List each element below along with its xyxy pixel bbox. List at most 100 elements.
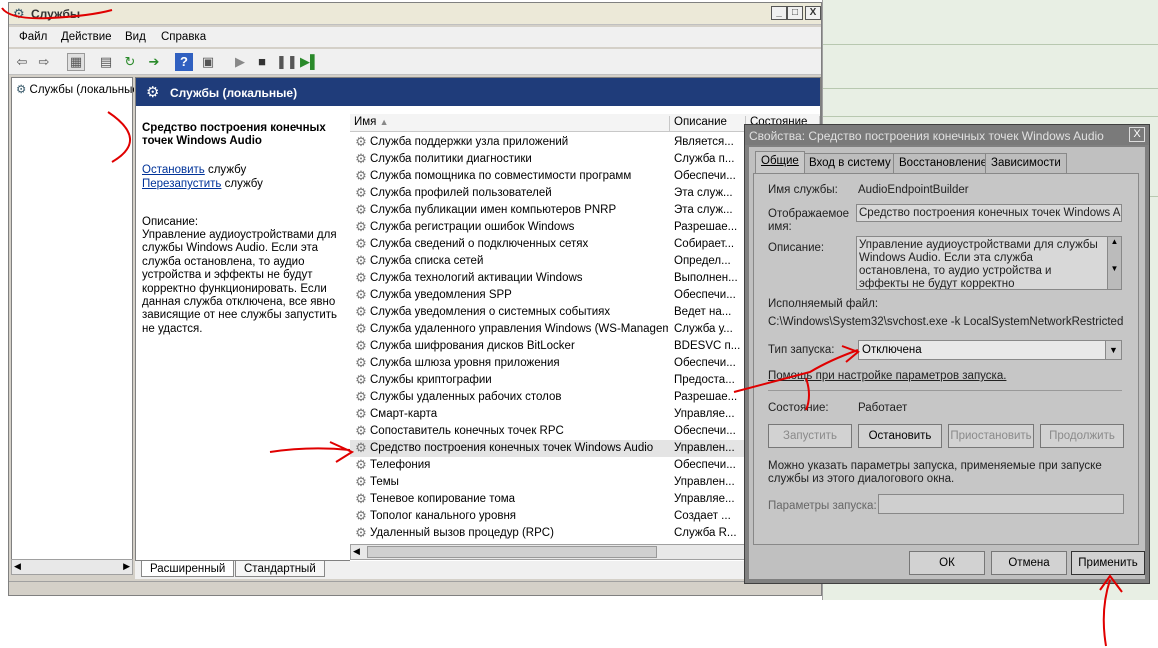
cancel-button[interactable]: Отмена xyxy=(991,551,1067,575)
content-pane: ⚙ Службы (локальные) Средство построения… xyxy=(135,77,821,564)
service-description: Служба п... xyxy=(674,153,735,165)
gear-icon: ⚙ xyxy=(355,372,367,387)
tab-general[interactable]: Общие xyxy=(755,151,805,173)
service-description: Ведет на... xyxy=(674,306,732,318)
chevron-down-icon[interactable]: ▼ xyxy=(1105,341,1121,359)
gear-icon: ⚙ xyxy=(355,168,367,183)
service-description: Управлен... xyxy=(674,442,735,454)
menu-file[interactable]: Файл xyxy=(19,31,47,43)
service-description: Разрешае... xyxy=(674,221,738,233)
scroll-left-icon[interactable]: ◀ xyxy=(353,546,360,557)
pause-button[interactable]: Приостановить xyxy=(948,424,1034,448)
minimize-button[interactable]: _ xyxy=(771,6,787,20)
properties-icon[interactable]: ▤ xyxy=(97,53,115,71)
toolbar: ⇦ ⇨ ▦ ▤ ↻ ➔ ? ▣ ▶ ■ ❚❚ ▶▌ xyxy=(9,49,821,75)
params-input[interactable] xyxy=(878,494,1124,514)
service-description: Является... xyxy=(674,136,734,148)
service-description: Обеспечи... xyxy=(674,425,736,437)
tab-logon[interactable]: Вход в систему xyxy=(803,153,897,173)
view-icon[interactable]: ▣ xyxy=(199,53,217,71)
menu-action[interactable]: Действие xyxy=(61,31,112,43)
dialog-body: Общие Вход в систему Восстановление Зави… xyxy=(749,147,1145,579)
service-name: Служба шлюза уровня приложения xyxy=(370,357,560,369)
scroll-left-icon[interactable]: ◀ xyxy=(14,561,21,572)
gear-icon: ⚙ xyxy=(355,508,367,523)
gear-icon: ⚙ xyxy=(13,6,25,21)
tab-extended[interactable]: Расширенный xyxy=(141,561,235,577)
gear-icon: ⚙ xyxy=(355,219,367,234)
gear-icon: ⚙ xyxy=(355,525,367,540)
service-name: Служба сведений о подключенных сетях xyxy=(370,238,589,250)
tab-dependencies[interactable]: Зависимости xyxy=(985,153,1067,173)
description-pane: Средство построения конечных точек Windo… xyxy=(136,106,340,560)
service-name: Службы криптографии xyxy=(370,374,492,386)
description-value: Управление аудиоустройствами для службы … xyxy=(859,239,1098,290)
apply-button[interactable]: Применить xyxy=(1071,551,1145,575)
service-description: Эта служ... xyxy=(674,204,733,216)
column-description[interactable]: Описание xyxy=(670,116,746,132)
gear-icon: ⚙ xyxy=(355,338,367,353)
content-header: ⚙ Службы (локальные) xyxy=(136,78,820,106)
service-description: Обеспечи... xyxy=(674,357,736,369)
close-button[interactable]: X xyxy=(805,6,821,20)
service-description: Собирает... xyxy=(674,238,735,250)
stop-icon[interactable]: ■ xyxy=(253,53,271,71)
help-icon[interactable]: ? xyxy=(175,53,193,71)
list-scrollbar[interactable]: ◀ xyxy=(350,544,748,560)
startup-help-link[interactable]: Помощь при настройке параметров запуска. xyxy=(768,370,1006,383)
gear-icon: ⚙ xyxy=(355,389,367,404)
tab-recovery[interactable]: Восстановление xyxy=(893,153,993,173)
continue-button[interactable]: Продолжить xyxy=(1040,424,1124,448)
service-description: Обеспечи... xyxy=(674,459,736,471)
menu-view[interactable]: Вид xyxy=(125,31,146,43)
tree-item-services[interactable]: ⚙ Службы (локальные) xyxy=(16,82,134,96)
service-name-label: Имя службы: xyxy=(768,184,838,196)
gear-icon: ⚙ xyxy=(355,457,367,472)
tree-item-label: Службы (локальные) xyxy=(29,84,134,96)
scroll-thumb[interactable] xyxy=(367,546,657,558)
play-icon[interactable]: ▶ xyxy=(231,53,249,71)
tab-standard[interactable]: Стандартный xyxy=(235,561,325,577)
description-scrollbar[interactable]: ▲ ▼ xyxy=(1107,237,1121,289)
console-tree-icon[interactable]: ▦ xyxy=(67,53,85,71)
description-field[interactable]: Управление аудиоустройствами для службы … xyxy=(856,236,1122,290)
restart-service-link[interactable]: Перезапустить xyxy=(142,178,221,190)
maximize-button[interactable]: □ xyxy=(787,6,803,20)
service-description: Управлен... xyxy=(674,476,735,488)
start-button[interactable]: Запустить xyxy=(768,424,852,448)
gear-icon: ⚙ xyxy=(355,440,367,455)
bg-divider xyxy=(823,116,1158,117)
export-icon[interactable]: ➔ xyxy=(145,53,163,71)
dialog-close-button[interactable]: X xyxy=(1129,127,1145,142)
gear-icon: ⚙ xyxy=(355,236,367,251)
service-description: Служба R... xyxy=(674,527,737,539)
pause-icon[interactable]: ❚❚ xyxy=(275,53,298,71)
display-name-field[interactable]: Средство построения конечных точек Windo… xyxy=(856,204,1122,222)
gear-icon: ⚙ xyxy=(355,134,367,149)
menu-help[interactable]: Справка xyxy=(161,31,206,43)
service-name: Служба помощника по совместимости програ… xyxy=(370,170,632,182)
refresh-icon[interactable]: ↻ xyxy=(121,53,139,71)
dialog-title: Свойства: Средство построения конечных т… xyxy=(749,129,1104,143)
service-description: Управляе... xyxy=(674,408,735,420)
service-name: Служба удаленного управления Windows (WS… xyxy=(370,323,668,335)
stop-button[interactable]: Остановить xyxy=(858,424,942,448)
exe-label: Исполняемый файл: xyxy=(768,298,879,310)
gear-icon: ⚙ xyxy=(355,406,367,421)
ok-button[interactable]: ОК xyxy=(909,551,985,575)
bg-divider xyxy=(823,88,1158,89)
bg-divider xyxy=(823,44,1158,45)
gear-icon: ⚙ xyxy=(355,185,367,200)
restart-action: Перезапустить службу xyxy=(142,178,263,190)
startup-type-select[interactable]: Отключена ▼ xyxy=(858,340,1122,360)
service-name: Смарт-карта xyxy=(370,408,438,420)
stop-service-link[interactable]: Остановить xyxy=(142,164,205,176)
scroll-right-icon[interactable]: ▶ xyxy=(123,561,130,572)
restart-icon[interactable]: ▶▌ xyxy=(299,53,319,71)
column-name[interactable]: Имя ▲ xyxy=(350,116,670,132)
service-name: Средство построения конечных точек Windo… xyxy=(370,442,654,454)
tree-scrollbar[interactable]: ◀ ▶ xyxy=(11,559,133,575)
description-label: Описание: xyxy=(768,242,825,254)
back-icon[interactable]: ⇦ xyxy=(13,53,31,71)
forward-icon[interactable]: ⇨ xyxy=(35,53,53,71)
